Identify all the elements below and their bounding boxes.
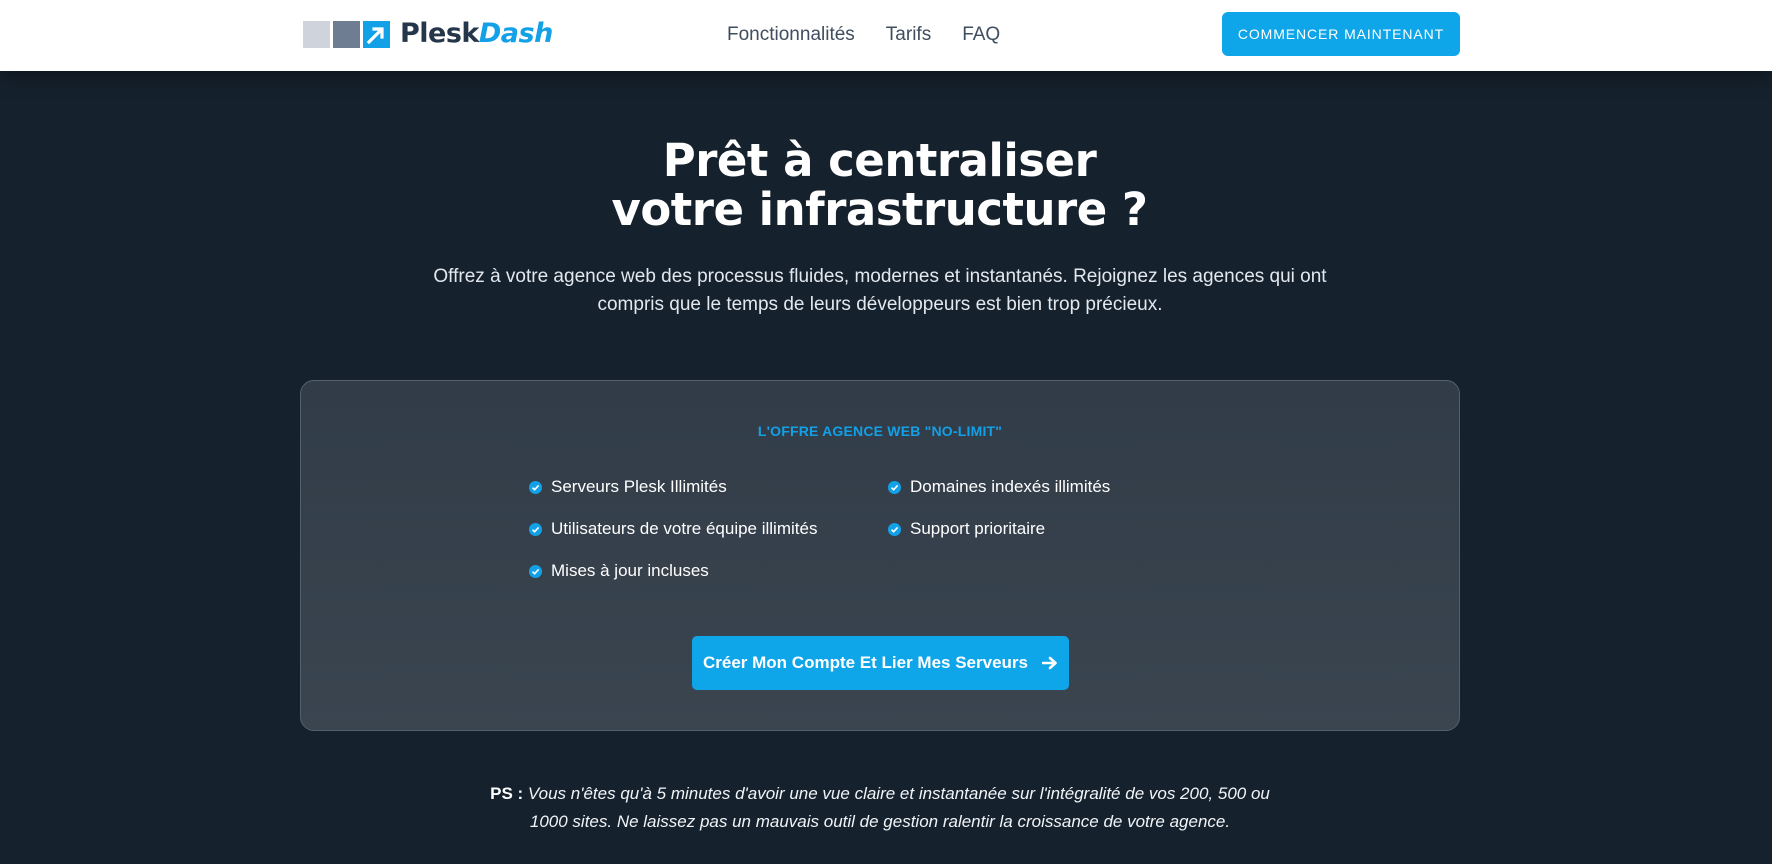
feature-item: Serveurs Plesk Illimités [529, 477, 727, 497]
feature-label: Utilisateurs de votre équipe illimités [551, 519, 818, 538]
create-account-label: Créer Mon Compte Et Lier Mes Serveurs [703, 653, 1028, 672]
create-account-button[interactable]: Créer Mon Compte Et Lier Mes Serveurs [692, 636, 1069, 690]
check-circle-icon [529, 522, 542, 536]
start-now-button[interactable]: COMMENCER MAINTENANT [1222, 12, 1460, 56]
check-circle-icon [888, 480, 901, 494]
ps-label: PS : [490, 784, 524, 803]
hero-title-line2: votre infrastructure ? [611, 183, 1148, 236]
nav-link-features[interactable]: Fonctionnalités [727, 23, 855, 47]
ps-note: PS : Vous n'êtes qu'à 5 minutes d'avoir … [480, 780, 1280, 836]
feature-label: Serveurs Plesk Illimités [551, 477, 727, 496]
logo-square-light [303, 20, 330, 48]
brand-name-part1: Plesk [400, 18, 479, 49]
nav-link-faq[interactable]: FAQ [962, 23, 1000, 47]
feature-label: Domaines indexés illimités [910, 477, 1111, 496]
navbar: PleskDash Fonctionnalités Tarifs FAQ COM… [0, 0, 1772, 71]
feature-item: Domaines indexés illimités [888, 477, 1110, 497]
check-circle-icon [529, 480, 542, 494]
hero-title-line1: Prêt à centraliser [662, 134, 1097, 187]
main-nav: Fonctionnalités Tarifs FAQ [727, 23, 1031, 47]
trend-arrow-icon [363, 20, 390, 48]
hero-title: Prêt à centraliser votre infrastructure … [0, 136, 1759, 234]
hero-subtitle: Offrez à votre agence web des processus … [433, 266, 1327, 315]
feature-item: Mises à jour incluses [529, 561, 709, 581]
arrow-right-icon [1041, 656, 1058, 670]
feature-item: Support prioritaire [888, 519, 1045, 539]
offer-title: L'OFFRE AGENCE WEB "NO-LIMIT" [757, 423, 1003, 439]
feature-item: Utilisateurs de votre équipe illimités [529, 519, 817, 539]
check-circle-icon [888, 522, 901, 536]
logo-square-dark [333, 20, 360, 48]
brand-name: PleskDash [400, 19, 553, 49]
nav-link-pricing[interactable]: Tarifs [886, 23, 931, 47]
brand-name-part2: Dash [478, 18, 553, 49]
offer-card: L'OFFRE AGENCE WEB "NO-LIMIT" Serveurs P… [300, 380, 1460, 731]
check-circle-icon [529, 564, 542, 578]
feature-label: Support prioritaire [910, 519, 1046, 538]
ps-text: Vous n'êtes qu'à 5 minutes d'avoir une v… [527, 784, 1270, 831]
brand-logo[interactable]: PleskDash [303, 19, 553, 49]
feature-label: Mises à jour incluses [551, 561, 709, 580]
